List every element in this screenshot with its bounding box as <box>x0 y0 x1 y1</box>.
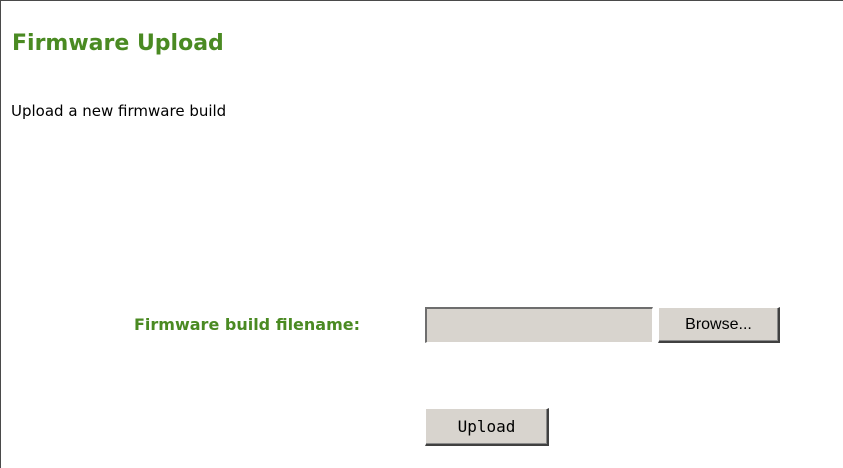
firmware-upload-panel: Firmware Upload Upload a new firmware bu… <box>0 0 843 468</box>
page-title: Firmware Upload <box>12 31 224 56</box>
browse-button[interactable]: Browse... <box>658 307 780 343</box>
upload-button[interactable]: Upload <box>425 408 549 446</box>
page-description: Upload a new firmware build <box>11 102 227 120</box>
firmware-filename-input[interactable] <box>425 307 653 343</box>
firmware-filename-label: Firmware build filename: <box>134 315 361 334</box>
